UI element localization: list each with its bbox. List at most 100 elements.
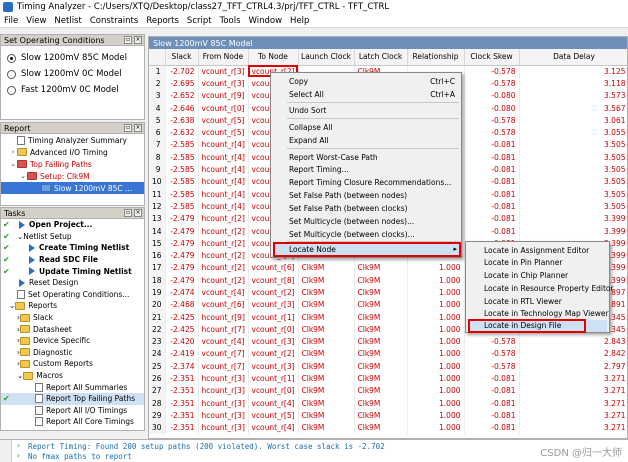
row-index[interactable]: 26	[149, 372, 166, 385]
to-node-cell[interactable]: vcount_r[1]	[248, 372, 299, 385]
data-delay-cell[interactable]: 3.399	[519, 224, 627, 238]
data-delay-cell[interactable]: 3.271	[519, 397, 627, 410]
launch-clock-cell[interactable]: Clk9M	[298, 274, 355, 287]
latch-clock-cell[interactable]: Clk9M	[354, 384, 408, 398]
latch-clock-cell[interactable]: Clk9M	[354, 274, 408, 287]
slack-cell[interactable]: -2.474	[165, 286, 199, 299]
radio-fast-0c[interactable]: Fast 1200mV 0C Model	[1, 82, 144, 98]
relationship-cell[interactable]: 1.000	[407, 286, 465, 299]
task-report-io-timings[interactable]: Report All I/O Timings	[1, 405, 144, 417]
row-index[interactable]: 29	[149, 409, 166, 422]
data-delay-cell[interactable]: 3.271	[519, 384, 627, 398]
slack-cell[interactable]: -2.351	[165, 397, 199, 410]
from-node-cell[interactable]: hcount_r[9]	[198, 310, 249, 324]
relationship-cell[interactable]: 1.000	[407, 310, 465, 324]
menu-reports[interactable]: Reports	[142, 16, 183, 26]
from-node-cell[interactable]: hcount_r[2]	[198, 224, 249, 238]
data-delay-cell[interactable]: 3.271	[519, 372, 627, 385]
slack-cell[interactable]: -2.351	[165, 409, 199, 422]
ctx-select-all[interactable]: Select All	[289, 90, 324, 99]
clock-skew-cell[interactable]: -0.081	[464, 224, 520, 238]
report-item-top-failing[interactable]: ⌄ Top Failing Paths	[1, 158, 144, 170]
data-delay-cell[interactable]: 3.118	[519, 77, 627, 90]
table-row[interactable]: 23 -2.420 vcount_r[4] vcount_r[3] Clk9M Clk9M…	[149, 335, 627, 348]
row-index[interactable]: 12	[149, 200, 166, 213]
chevron-down-icon[interactable]: ⌄	[9, 160, 17, 168]
menu-help[interactable]: Help	[286, 16, 313, 26]
radio-slow-85c[interactable]: Slow 1200mV 85C Model	[1, 50, 144, 66]
col-to-node[interactable]: To Node	[248, 49, 299, 66]
table-row[interactable]: 24 -2.419 vcount_r[7] vcount_r[2] Clk9M Clk9M…	[149, 347, 627, 361]
row-index[interactable]: 6	[149, 126, 166, 139]
task-datasheet[interactable]: › Datasheet	[1, 323, 144, 335]
to-node-cell[interactable]: vcount_r[3]	[248, 360, 299, 373]
data-delay-cell[interactable]: 3.505	[519, 138, 627, 152]
relationship-cell[interactable]: 1.000	[407, 372, 465, 385]
to-node-cell[interactable]: vcount_r[4]	[248, 421, 299, 434]
from-node-cell[interactable]: vcount_r[3]	[198, 77, 249, 90]
from-node-cell[interactable]: vcount_r[0]	[198, 101, 249, 115]
launch-clock-cell[interactable]: Clk9M	[298, 409, 355, 422]
slack-cell[interactable]: -2.585	[165, 138, 199, 152]
task-open-project[interactable]: ✔ Open Project...	[1, 219, 144, 231]
task-device-specific[interactable]: › Device Specific	[1, 335, 144, 347]
launch-clock-cell[interactable]: Clk9M	[298, 421, 355, 434]
clock-skew-cell[interactable]: -0.081	[464, 200, 520, 213]
row-index[interactable]: 5	[149, 114, 166, 127]
table-row[interactable]: 29 -2.351 hcount_r[3] vcount_r[5] Clk9M Clk9M…	[149, 409, 627, 422]
from-node-cell[interactable]: hcount_r[4]	[198, 163, 249, 176]
data-delay-cell[interactable]: 3.271	[519, 409, 627, 422]
data-delay-cell[interactable]: 3.505	[519, 200, 627, 213]
row-index[interactable]: 18	[149, 274, 166, 287]
latch-clock-cell[interactable]: Clk9M	[354, 298, 408, 311]
clock-skew-cell[interactable]: -0.081	[464, 187, 520, 201]
ctx-report-timing[interactable]: Report Timing...	[289, 165, 349, 174]
panel-restore-icon[interactable]: ▫	[124, 209, 132, 217]
clock-skew-cell[interactable]: -0.081	[464, 212, 520, 225]
latch-clock-cell[interactable]: Clk9M	[354, 372, 408, 385]
to-node-cell[interactable]: vcount_r[2]	[248, 286, 299, 299]
ctx-multicycle-clocks[interactable]: Set Multicycle (between clocks)...	[289, 230, 415, 239]
data-delay-cell[interactable]: 3.271	[519, 421, 627, 434]
menu-view[interactable]: View	[22, 16, 50, 26]
from-node-cell[interactable]: hcount_r[2]	[198, 212, 249, 225]
row-index[interactable]: 28	[149, 397, 166, 410]
task-reset-design[interactable]: Reset Design	[1, 277, 144, 289]
data-delay-cell[interactable]: 3.567	[519, 101, 627, 115]
task-report-core-timings[interactable]: Report All Core Timings	[1, 416, 144, 428]
clock-skew-cell[interactable]: -0.578	[464, 77, 520, 90]
from-node-cell[interactable]: hcount_r[4]	[198, 200, 249, 213]
task-read-sdc[interactable]: ✔ Read SDC File	[1, 254, 144, 266]
row-index[interactable]: 19	[149, 286, 166, 299]
ctx-copy[interactable]: Copy	[289, 77, 308, 86]
sub-rtl-viewer[interactable]: Locate in RTL Viewer	[484, 297, 562, 306]
slack-cell[interactable]: -2.585	[165, 175, 199, 188]
col-slack[interactable]: Slack	[165, 49, 199, 66]
row-index[interactable]: 2	[149, 77, 166, 90]
clock-skew-cell[interactable]: -0.081	[464, 175, 520, 188]
radio-slow-0c[interactable]: Slow 1200mV 0C Model	[1, 66, 144, 82]
clock-skew-cell[interactable]: -0.081	[464, 409, 520, 422]
relationship-cell[interactable]: 1.000	[407, 384, 465, 398]
from-node-cell[interactable]: hcount_r[2]	[198, 249, 249, 262]
task-update-timing-netlist[interactable]: ✔ Update Timing Netlist	[1, 265, 144, 277]
menu-tools[interactable]: Tools	[216, 16, 245, 26]
clock-skew-cell[interactable]: -0.578	[464, 335, 520, 348]
sub-tech-map-viewer[interactable]: Locate in Technology Map Viewer	[484, 309, 609, 318]
slack-cell[interactable]: -2.351	[165, 421, 199, 434]
report-item-setup-clk9m[interactable]: ⌄ Setup: Clk9M	[1, 170, 144, 182]
slack-cell[interactable]: -2.351	[165, 384, 199, 398]
col-index[interactable]	[149, 49, 166, 66]
report-item-summary[interactable]: Timing Analyzer Summary	[1, 134, 144, 146]
launch-clock-cell[interactable]: Clk9M	[298, 286, 355, 299]
to-node-cell[interactable]: vcount_r[6]	[248, 261, 299, 275]
latch-clock-cell[interactable]: Clk9M	[354, 360, 408, 373]
from-node-cell[interactable]: hcount_r[3]	[198, 409, 249, 422]
report-item-slow-85c[interactable]: Slow 1200mV 85C ...	[1, 182, 144, 194]
col-launch-clock[interactable]: Launch Clock	[298, 49, 355, 66]
data-delay-cell[interactable]: 3.505	[519, 163, 627, 176]
sub-resource-property[interactable]: Locate in Resource Property Editor	[484, 284, 614, 293]
clock-skew-cell[interactable]: -0.081	[464, 151, 520, 164]
from-node-cell[interactable]: vcount_r[3]	[198, 65, 249, 78]
panel-close-icon[interactable]: ×	[134, 209, 142, 217]
